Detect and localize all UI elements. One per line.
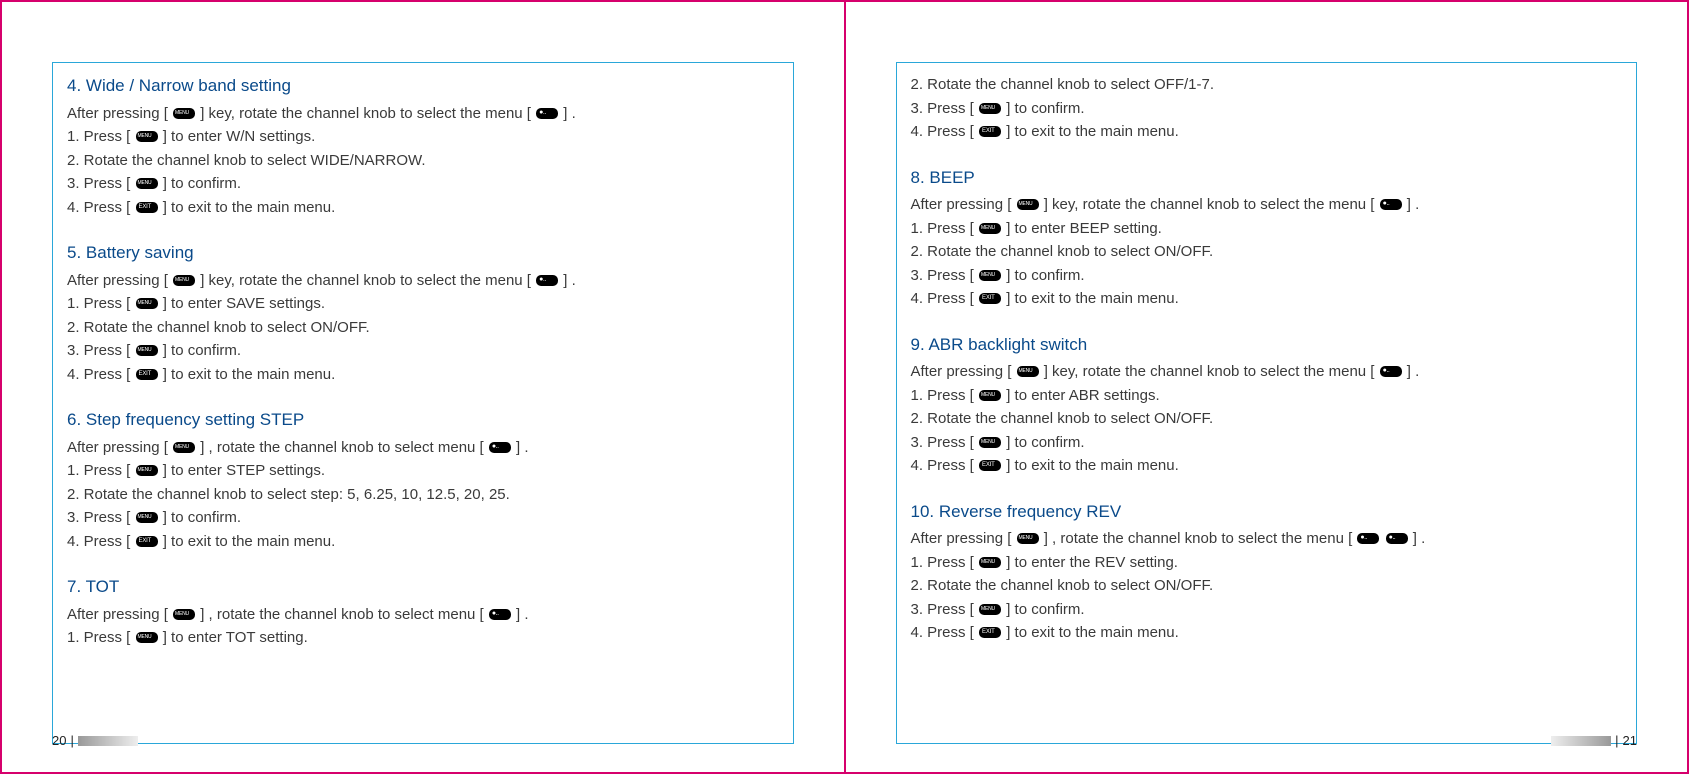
key-icon — [979, 103, 1001, 114]
text-line: 3. Press [ ] to confirm. — [67, 173, 779, 196]
key-icon — [536, 108, 558, 119]
section-title: 7. TOT — [67, 574, 779, 600]
text-line: 1. Press [ ] to enter the REV setting. — [911, 552, 1623, 575]
page-number-right: | 21 — [1551, 733, 1637, 748]
left-content: 4. Wide / Narrow band setting After press… — [52, 62, 794, 744]
key-icon — [136, 369, 158, 380]
page-gradient-icon — [1551, 736, 1611, 746]
key-icon — [489, 442, 511, 453]
key-icon — [979, 390, 1001, 401]
text-line: 2. Rotate the channel knob to select ste… — [67, 484, 779, 507]
text-line: 1. Press [ ] to enter TOT setting. — [67, 627, 779, 650]
text-line: 1. Press [ ] to enter SAVE settings. — [67, 293, 779, 316]
key-icon — [136, 298, 158, 309]
text-line: 1. Press [ ] to enter STEP settings. — [67, 460, 779, 483]
page-gradient-icon — [78, 736, 138, 746]
section-title: 4. Wide / Narrow band setting — [67, 73, 779, 99]
key-icon — [1017, 366, 1039, 377]
key-icon — [489, 609, 511, 620]
text-line: 4. Press [ ] to exit to the main menu. — [911, 455, 1623, 478]
key-icon — [136, 345, 158, 356]
key-icon — [136, 632, 158, 643]
page-number-bar: | — [1615, 733, 1618, 748]
key-icon — [136, 202, 158, 213]
text-line: 2. Rotate the channel knob to select OFF… — [911, 74, 1623, 97]
key-icon — [173, 442, 195, 453]
right-content: 2. Rotate the channel knob to select OFF… — [896, 62, 1638, 744]
key-icon — [979, 627, 1001, 638]
key-icon — [136, 465, 158, 476]
key-icon — [136, 536, 158, 547]
key-icon — [979, 437, 1001, 448]
text-line: 1. Press [ ] to enter ABR settings. — [911, 385, 1623, 408]
page-number-bar: | — [70, 733, 73, 748]
page-spread: 4. Wide / Narrow band setting After press… — [0, 0, 1689, 774]
key-icon — [1380, 366, 1402, 377]
text-line: After pressing [ ] key, rotate the chann… — [67, 270, 779, 293]
text-line: 3. Press [ ] to confirm. — [911, 265, 1623, 288]
key-icon — [1017, 533, 1039, 544]
section-title: 10. Reverse frequency REV — [911, 499, 1623, 525]
text-line: After pressing [ ] key, rotate the chann… — [911, 361, 1623, 384]
text-line: 2. Rotate the channel knob to select ON/… — [67, 317, 779, 340]
key-icon — [136, 512, 158, 523]
page-number-value: 21 — [1623, 733, 1637, 748]
key-icon — [979, 293, 1001, 304]
text-line: After pressing [ ] key, rotate the chann… — [67, 103, 779, 126]
key-icon — [173, 609, 195, 620]
section-title: 9. ABR backlight switch — [911, 332, 1623, 358]
text-line: 2. Rotate the channel knob to select ON/… — [911, 241, 1623, 264]
text-line: 4. Press [ ] to exit to the main menu. — [67, 364, 779, 387]
text-line: 4. Press [ ] to exit to the main menu. — [911, 622, 1623, 645]
text-line: 2. Rotate the channel knob to select WID… — [67, 150, 779, 173]
key-icon — [979, 126, 1001, 137]
key-icon — [979, 604, 1001, 615]
text-line: 4. Press [ ] to exit to the main menu. — [911, 121, 1623, 144]
text-line: After pressing [ ] , rotate the channel … — [911, 528, 1623, 551]
text-line: 3. Press [ ] to confirm. — [67, 507, 779, 530]
key-icon — [979, 223, 1001, 234]
text-line: 3. Press [ ] to confirm. — [911, 98, 1623, 121]
key-icon — [136, 131, 158, 142]
key-icon — [1017, 199, 1039, 210]
text-line: 2. Rotate the channel knob to select ON/… — [911, 408, 1623, 431]
text-line: 4. Press [ ] to exit to the main menu. — [911, 288, 1623, 311]
key-icon — [173, 108, 195, 119]
text-line: 2. Rotate the channel knob to select ON/… — [911, 575, 1623, 598]
text-line: 1. Press [ ] to enter BEEP setting. — [911, 218, 1623, 241]
page-number-value: 20 — [52, 733, 66, 748]
text-line: After pressing [ ] , rotate the channel … — [67, 604, 779, 627]
text-line: 3. Press [ ] to confirm. — [911, 432, 1623, 455]
key-icon — [536, 275, 558, 286]
key-icon — [979, 270, 1001, 281]
key-icon — [979, 460, 1001, 471]
key-icon — [1380, 199, 1402, 210]
text-line: 3. Press [ ] to confirm. — [911, 599, 1623, 622]
text-line: 1. Press [ ] to enter W/N settings. — [67, 126, 779, 149]
section-title: 5. Battery saving — [67, 240, 779, 266]
key-icon — [136, 178, 158, 189]
key-icon — [979, 557, 1001, 568]
page-number-left: 20 | — [52, 733, 138, 748]
key-icon — [173, 275, 195, 286]
key-icon — [1386, 533, 1408, 544]
text-line: 3. Press [ ] to confirm. — [67, 340, 779, 363]
key-icon — [1357, 533, 1379, 544]
text-line: 4. Press [ ] to exit to the main menu. — [67, 531, 779, 554]
text-line: After pressing [ ] key, rotate the chann… — [911, 194, 1623, 217]
section-title: 8. BEEP — [911, 165, 1623, 191]
left-page: 4. Wide / Narrow band setting After press… — [1, 1, 845, 773]
center-fold-line — [845, 0, 846, 774]
text-line: After pressing [ ] , rotate the channel … — [67, 437, 779, 460]
section-title: 6. Step frequency setting STEP — [67, 407, 779, 433]
text-line: 4. Press [ ] to exit to the main menu. — [67, 197, 779, 220]
right-page: 2. Rotate the channel knob to select OFF… — [845, 1, 1689, 773]
